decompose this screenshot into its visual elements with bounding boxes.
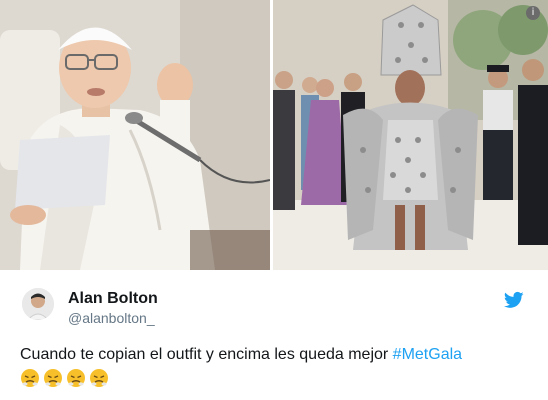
twitter-bird-icon[interactable]: [504, 290, 524, 310]
info-icon[interactable]: i: [526, 6, 540, 20]
tweet-media: i: [0, 0, 548, 270]
face-with-steam-from-nose-icon: [90, 369, 108, 387]
tweet-card: Alan Bolton @alanbolton_ Cuando te copia…: [0, 272, 548, 400]
avatar[interactable]: [22, 288, 54, 320]
pope-illustration: [0, 0, 270, 270]
tweet-text: Cuando te copian el outfit y encima les …: [20, 346, 462, 364]
tweet-body: Cuando te copian el outfit y encima les …: [20, 346, 393, 363]
author-handle[interactable]: @alanbolton_: [68, 310, 155, 326]
photo-left[interactable]: [0, 0, 270, 270]
face-with-steam-from-nose-icon: [21, 369, 39, 387]
photo-right[interactable]: i: [273, 0, 548, 270]
face-with-steam-from-nose-icon: [44, 369, 62, 387]
face-with-steam-from-nose-icon: [67, 369, 85, 387]
avatar-image: [22, 288, 54, 320]
emoji-row: [20, 368, 109, 388]
met-gala-illustration: [273, 0, 548, 270]
author-name[interactable]: Alan Bolton: [68, 290, 158, 308]
hashtag-link[interactable]: #MetGala: [393, 346, 462, 363]
